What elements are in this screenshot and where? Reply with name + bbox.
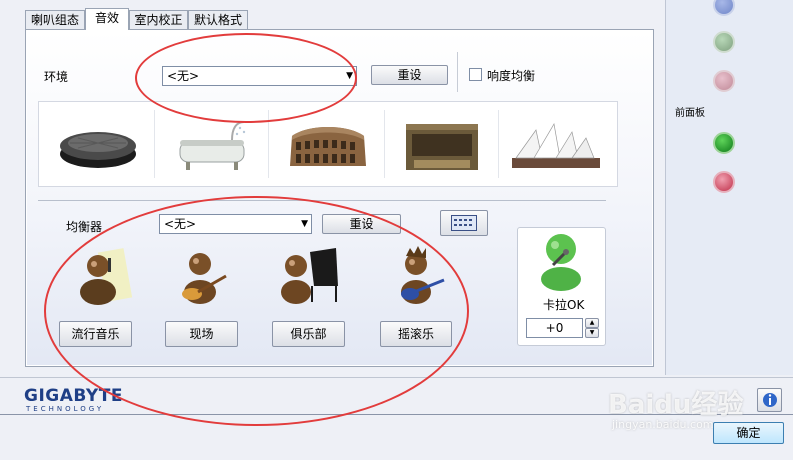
section-divider bbox=[38, 200, 606, 201]
divider bbox=[154, 110, 155, 178]
loudness-checkbox[interactable] bbox=[469, 68, 482, 81]
front-panel-label: 前面板 bbox=[675, 108, 705, 119]
chevron-down-icon: ▼ bbox=[301, 219, 308, 229]
front-pink-jack-icon[interactable] bbox=[713, 171, 735, 193]
gigabyte-tagline: TECHNOLOGY bbox=[26, 405, 105, 413]
rock-guitarist-icon bbox=[401, 246, 445, 304]
karaoke-up-button[interactable]: ▲ bbox=[585, 318, 599, 328]
pop-music-singer-icon bbox=[80, 248, 133, 305]
ok-button[interactable]: 确定 bbox=[713, 422, 784, 444]
environment-label: 环境 bbox=[44, 70, 69, 84]
divider bbox=[0, 377, 793, 378]
front-green-jack-icon[interactable] bbox=[713, 132, 735, 154]
preset-pop-button[interactable]: 流行音乐 bbox=[59, 321, 132, 347]
karaoke-singer-icon bbox=[541, 234, 581, 291]
preset-rock-button[interactable]: 摇滚乐 bbox=[380, 321, 452, 347]
divider bbox=[498, 110, 499, 178]
equalizer-select-value: <无> bbox=[164, 217, 197, 231]
pink-jack-icon[interactable] bbox=[713, 70, 735, 92]
gigabyte-logo: GIGABYTE bbox=[24, 386, 123, 406]
club-piano-player-icon bbox=[281, 248, 338, 304]
watermark-url: jingyan.baidu.com bbox=[612, 418, 714, 431]
divider bbox=[268, 110, 269, 178]
watermark-logo: Baidu经验 bbox=[608, 390, 744, 420]
preset-club-button[interactable]: 俱乐部 bbox=[272, 321, 345, 347]
colosseum-env-icon[interactable] bbox=[278, 110, 378, 180]
equalizer-settings-button[interactable] bbox=[440, 210, 488, 236]
tab-default-format[interactable]: 默认格式 bbox=[188, 10, 248, 29]
auditorium-env-icon[interactable] bbox=[392, 110, 492, 180]
bathroom-env-icon[interactable] bbox=[162, 110, 262, 180]
environment-reset-button[interactable]: 重设 bbox=[371, 65, 448, 85]
padded-cell-env-icon[interactable] bbox=[48, 110, 148, 180]
live-guitar-player-icon bbox=[182, 253, 227, 304]
equalizer-select[interactable]: <无> ▼ bbox=[159, 214, 312, 234]
green-jack-icon[interactable] bbox=[713, 31, 735, 53]
tab-sound-effects[interactable]: 音效 bbox=[85, 8, 129, 30]
equalizer-label: 均衡器 bbox=[66, 220, 103, 234]
environment-select-value: <无> bbox=[167, 69, 200, 83]
loudness-label: 响度均衡 bbox=[487, 69, 536, 83]
equalizer-icon bbox=[451, 215, 477, 231]
tab-room-correction[interactable]: 室内校正 bbox=[129, 10, 188, 29]
opera-house-env-icon[interactable] bbox=[506, 110, 606, 180]
environment-select[interactable]: <无> ▼ bbox=[162, 66, 357, 86]
equalizer-reset-button[interactable]: 重设 bbox=[322, 214, 401, 234]
info-icon bbox=[762, 393, 777, 407]
tab-speaker-config[interactable]: 喇叭组态 bbox=[25, 10, 85, 29]
divider bbox=[384, 110, 385, 178]
info-button[interactable] bbox=[757, 388, 782, 412]
karaoke-down-button[interactable]: ▼ bbox=[585, 328, 599, 338]
chevron-down-icon: ▼ bbox=[346, 71, 353, 81]
karaoke-value-field[interactable]: +0 bbox=[526, 318, 583, 338]
preset-live-button[interactable]: 现场 bbox=[165, 321, 238, 347]
divider bbox=[457, 52, 458, 92]
karaoke-label: 卡拉OK bbox=[543, 298, 585, 312]
